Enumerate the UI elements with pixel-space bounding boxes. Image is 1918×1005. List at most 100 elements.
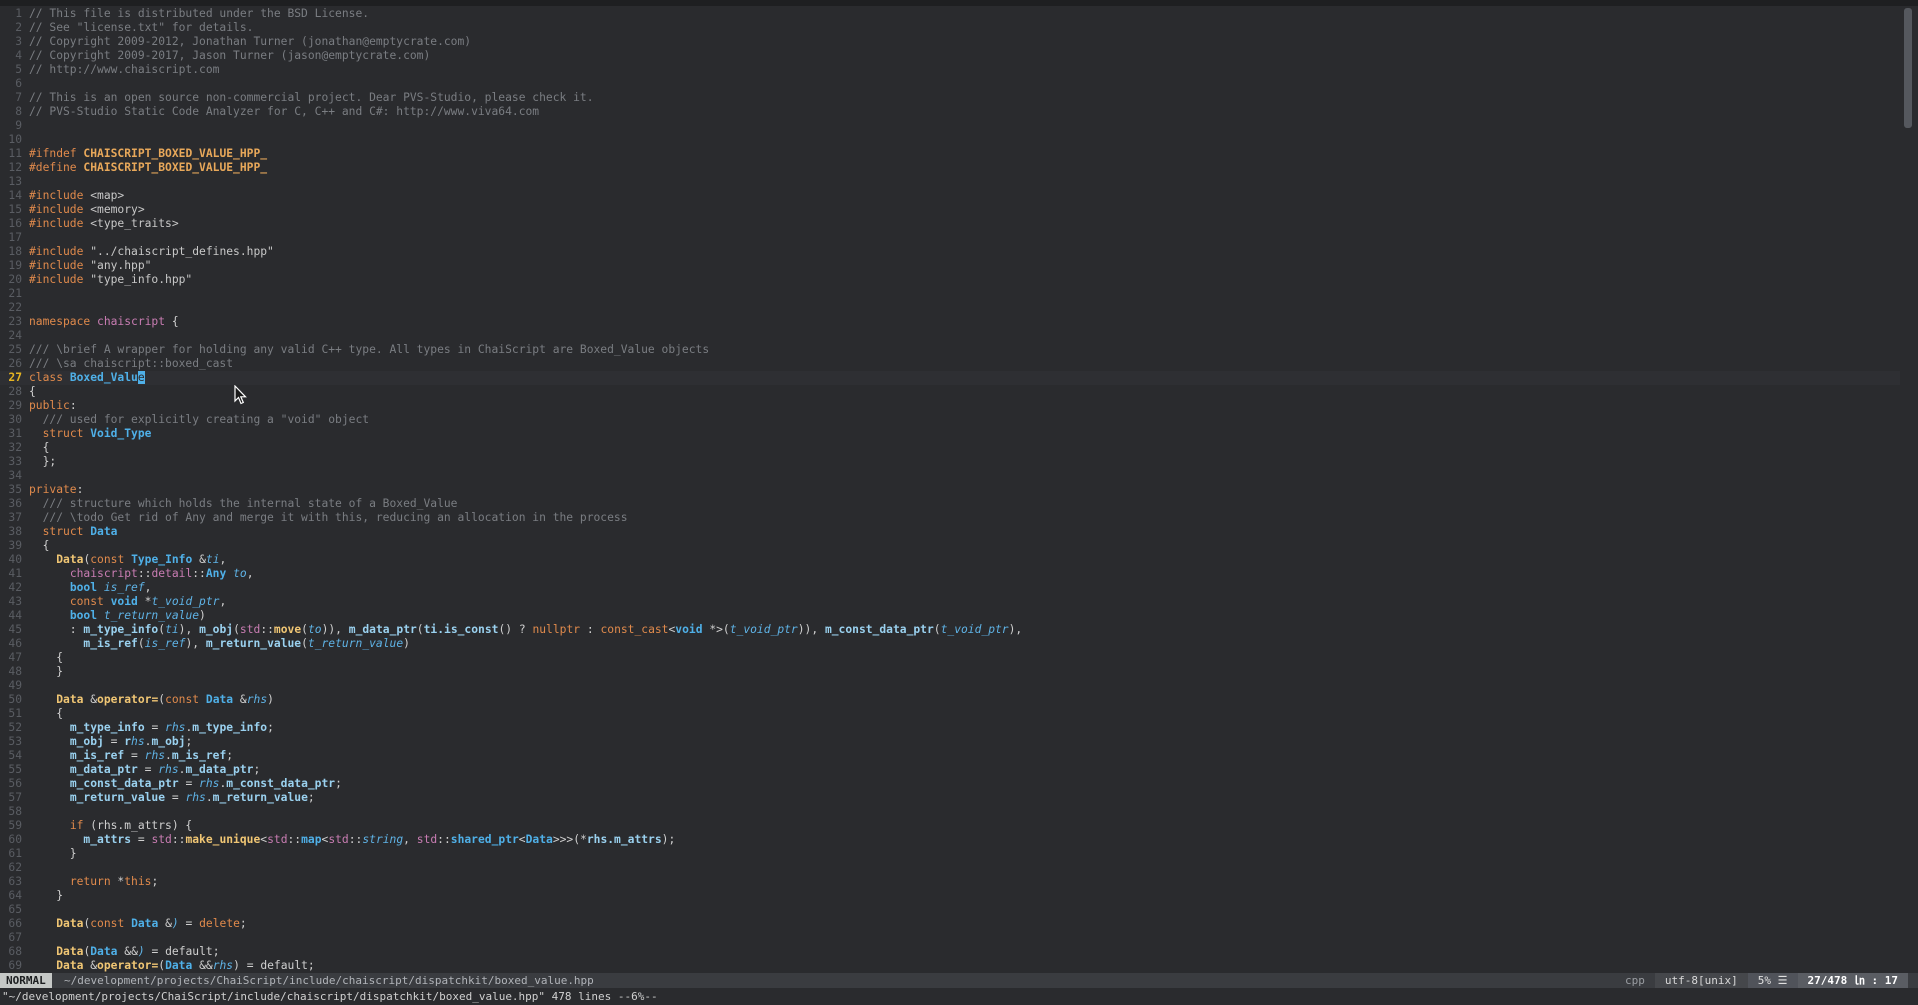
code-line[interactable]: 65 [0, 903, 1900, 917]
code-token: m_obj [69, 735, 104, 748]
code-line[interactable]: 12 #define CHAISCRIPT_BOXED_VALUE_HPP_ [0, 161, 1900, 175]
line-number: 33 [8, 455, 22, 468]
code-line[interactable]: 21 [0, 287, 1900, 301]
code-line[interactable]: 32 { [0, 441, 1900, 455]
code-line[interactable]: 58 [0, 805, 1900, 819]
code-token: const_cast [600, 623, 669, 636]
code-token: ), [178, 623, 200, 636]
code-line[interactable]: 52 m_type_info = rhs.m_type_info; [0, 721, 1900, 735]
code-line[interactable]: 64 } [0, 889, 1900, 903]
code-line[interactable]: 24 [0, 329, 1900, 343]
line-number: 59 [8, 819, 22, 832]
code-line[interactable]: 51 { [0, 707, 1900, 721]
code-line[interactable]: 8 // PVS-Studio Static Code Analyzer for … [0, 105, 1900, 119]
code-token: // This is an open source non-commercial… [29, 91, 594, 104]
code-line[interactable]: 29 public: [0, 399, 1900, 413]
line-number: 18 [8, 245, 22, 258]
code-line[interactable]: 26 /// \sa chaiscript::boxed_cast [0, 357, 1900, 371]
code-line[interactable]: 15 #include <memory> [0, 203, 1900, 217]
code-line[interactable]: 48 } [0, 665, 1900, 679]
code-token: move [273, 623, 302, 636]
code-line[interactable]: 20 #include "type_info.hpp" [0, 273, 1900, 287]
code-line[interactable]: 69 Data &operator=(Data &&rhs) = default… [0, 959, 1900, 973]
code-line[interactable]: 53 m_obj = rhs.m_obj; [0, 735, 1900, 749]
scrollbar[interactable] [1904, 8, 1912, 128]
line-number: 28 [8, 385, 22, 398]
code-line[interactable]: 14 #include <map> [0, 189, 1900, 203]
code-line[interactable]: 45 : m_type_info(ti), m_obj(std::move(to… [0, 623, 1900, 637]
command-line[interactable]: "~/development/projects/ChaiScript/inclu… [0, 988, 1918, 1005]
code-line[interactable]: 63 return *this; [0, 875, 1900, 889]
line-number: 36 [8, 497, 22, 510]
code-line[interactable]: 16 #include <type_traits> [0, 217, 1900, 231]
code-line[interactable]: 62 [0, 861, 1900, 875]
code-line[interactable]: 67 [0, 931, 1900, 945]
code-line[interactable]: 39 { [0, 539, 1900, 553]
code-line[interactable]: 35 private: [0, 483, 1900, 497]
code-token: std [416, 833, 438, 846]
code-line[interactable]: 46 m_is_ref(is_ref), m_return_value(t_re… [0, 637, 1900, 651]
code-token: Any [205, 567, 234, 580]
code-line[interactable]: 44 bool t_return_value) [0, 609, 1900, 623]
code-line[interactable]: 28 { [0, 385, 1900, 399]
code-line[interactable]: 5 // http://www.chaiscript.com [0, 63, 1900, 77]
vim-editor[interactable]: 1 // This file is distributed under the B… [0, 0, 1918, 1005]
code-line[interactable]: 68 Data(Data &&) = default; [0, 945, 1900, 959]
code-token: ( [301, 637, 308, 650]
code-token: { [29, 539, 50, 552]
code-line[interactable]: 59 if (rhs.m_attrs) { [0, 819, 1900, 833]
code-line[interactable]: 43 const void *t_void_ptr, [0, 595, 1900, 609]
code-line[interactable]: 10 [0, 133, 1900, 147]
line-number: 16 [8, 217, 22, 230]
code-line[interactable]: 3 // Copyright 2009-2012, Jonathan Turner… [0, 35, 1900, 49]
code-line[interactable]: 57 m_return_value = rhs.m_return_value; [0, 791, 1900, 805]
code-line[interactable]: 13 [0, 175, 1900, 189]
code-line[interactable]: 11 #ifndef CHAISCRIPT_BOXED_VALUE_HPP_ [0, 147, 1900, 161]
code-line[interactable]: 17 [0, 231, 1900, 245]
code-line[interactable]: 33 }; [0, 455, 1900, 469]
code-line[interactable]: 19 #include "any.hpp" [0, 259, 1900, 273]
code-line[interactable]: 42 bool is_ref, [0, 581, 1900, 595]
line-number: 56 [8, 777, 22, 790]
code-line[interactable]: 2 // See "license.txt" for details. [0, 21, 1900, 35]
code-line[interactable]: 55 m_data_ptr = rhs.m_data_ptr; [0, 763, 1900, 777]
code-line[interactable]: 40 Data(const Type_Info &ti, [0, 553, 1900, 567]
code-token: struct [42, 525, 91, 538]
code-token: // http://www.chaiscript.com [29, 63, 220, 76]
code-line[interactable]: 37 /// \todo Get rid of Any and merge it… [0, 511, 1900, 525]
code-line[interactable]: 1 // This file is distributed under the B… [0, 7, 1900, 21]
code-token: && [199, 959, 213, 972]
code-line[interactable]: 6 [0, 77, 1900, 91]
code-line[interactable]: 4 // Copyright 2009-2017, Jason Turner (j… [0, 49, 1900, 63]
code-line[interactable]: 36 /// structure which holds the interna… [0, 497, 1900, 511]
code-line[interactable]: 31 struct Void_Type [0, 427, 1900, 441]
line-number: 69 [8, 959, 22, 972]
code-line[interactable]: 61 } [0, 847, 1900, 861]
code-line[interactable]: 50 Data &operator=(const Data &rhs) [0, 693, 1900, 707]
code-token: #include [29, 217, 91, 230]
code-token: <type_traits> [90, 217, 179, 230]
code-line[interactable]: 30 /// used for explicitly creating a "v… [0, 413, 1900, 427]
code-line[interactable]: 60 m_attrs = std::make_unique<std::map<s… [0, 833, 1900, 847]
line-number: 2 [15, 21, 22, 34]
code-line[interactable]: 34 [0, 469, 1900, 483]
code-line[interactable]: 66 Data(const Data &) = delete; [0, 917, 1900, 931]
code-line[interactable]: 47 { [0, 651, 1900, 665]
code-token: CHAISCRIPT_BOXED_VALUE_HPP_ [83, 147, 268, 160]
code-line[interactable]: 27 class Boxed_Value [0, 371, 1900, 385]
code-line[interactable]: 22 [0, 301, 1900, 315]
code-line[interactable]: 38 struct Data [0, 525, 1900, 539]
code-token: = [124, 749, 145, 762]
code-token: /// \todo Get rid of Any and merge it wi… [29, 511, 628, 524]
code-line[interactable]: 23 namespace chaiscript { [0, 315, 1900, 329]
code-line[interactable]: 49 [0, 679, 1900, 693]
code-area[interactable]: 1 // This file is distributed under the B… [0, 7, 1900, 973]
code-line[interactable]: 56 m_const_data_ptr = rhs.m_const_data_p… [0, 777, 1900, 791]
code-line[interactable]: 25 /// \brief A wrapper for holding any v… [0, 343, 1900, 357]
code-line[interactable]: 54 m_is_ref = rhs.m_is_ref; [0, 749, 1900, 763]
code-line[interactable]: 18 #include "../chaiscript_defines.hpp" [0, 245, 1900, 259]
code-line[interactable]: 41 chaiscript::detail::Any to, [0, 567, 1900, 581]
line-number: 54 [8, 749, 22, 762]
code-line[interactable]: 7 // This is an open source non-commercia… [0, 91, 1900, 105]
code-line[interactable]: 9 [0, 119, 1900, 133]
